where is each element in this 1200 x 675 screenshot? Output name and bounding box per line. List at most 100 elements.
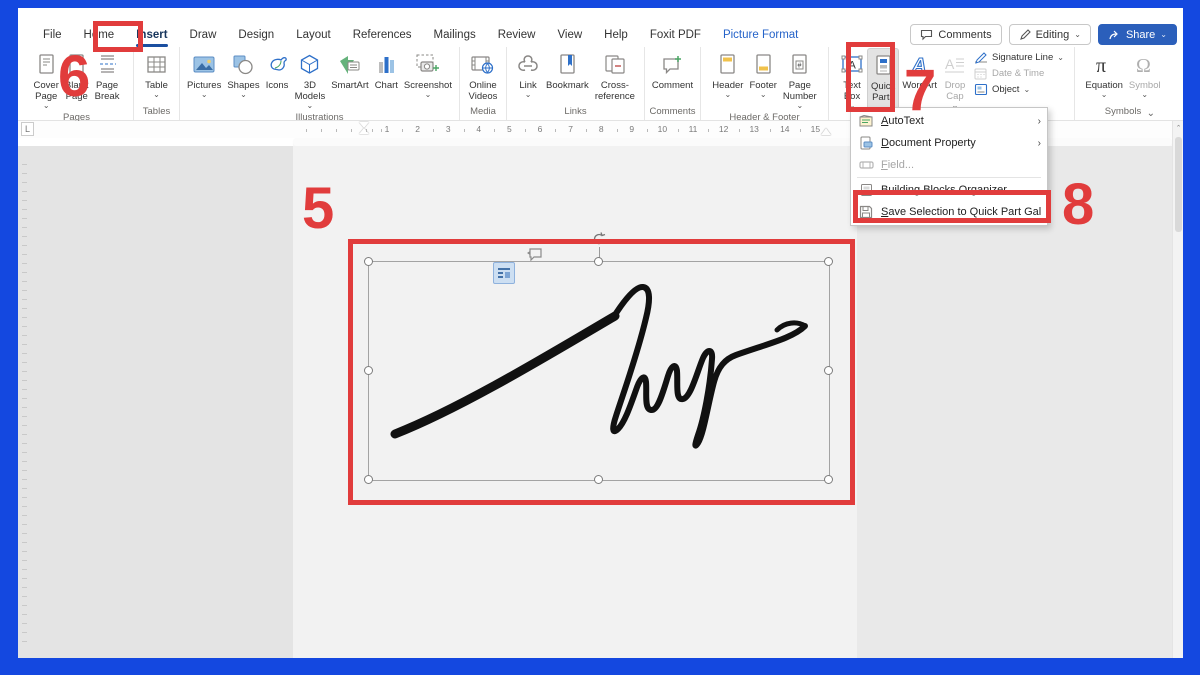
resize-handle[interactable] bbox=[594, 475, 603, 484]
ruler-tick bbox=[381, 129, 382, 132]
rotate-handle-icon[interactable] bbox=[591, 231, 607, 252]
resize-handle[interactable] bbox=[364, 366, 373, 375]
chevron-down-icon: ⌄ bbox=[524, 90, 532, 100]
tab-draw[interactable]: Draw bbox=[179, 25, 228, 45]
menu-item-label: Building Blocks Organizer... bbox=[881, 184, 1016, 196]
symbol-icon: Ω bbox=[1132, 53, 1158, 77]
resize-handle[interactable] bbox=[824, 257, 833, 266]
vertical-scrollbar[interactable]: ⌃ bbox=[1172, 121, 1183, 658]
resize-handle[interactable] bbox=[824, 475, 833, 484]
resize-handle[interactable] bbox=[594, 257, 603, 266]
tab-view[interactable]: View bbox=[546, 25, 593, 45]
chevron-down-icon: ⌄ bbox=[153, 90, 160, 100]
editing-button[interactable]: Editing ⌄ bbox=[1008, 24, 1091, 45]
comment-button[interactable]: Comment bbox=[649, 48, 696, 91]
table-button[interactable]: Table ⌄ bbox=[142, 48, 171, 99]
tab-insert[interactable]: Insert bbox=[125, 25, 178, 47]
ruler-tick bbox=[677, 129, 679, 132]
tab-references[interactable]: References bbox=[342, 25, 423, 45]
chevron-down-icon: ⌄ bbox=[724, 90, 732, 100]
online-videos-button[interactable]: Online Videos bbox=[466, 48, 501, 102]
button-label: Bookmark bbox=[546, 80, 589, 91]
link-button[interactable]: Link ⌄ bbox=[513, 48, 543, 99]
resize-handle[interactable] bbox=[364, 475, 373, 484]
annotation-step-6: 6 bbox=[58, 44, 90, 109]
comments-label: Comments bbox=[938, 28, 992, 41]
annotation-step-8: 8 bbox=[1062, 172, 1094, 237]
comment-icon bbox=[660, 53, 685, 76]
chart-button[interactable]: Chart bbox=[372, 48, 401, 91]
menu-item-document-property[interactable]: Document Property › bbox=[851, 132, 1047, 154]
ruler-tick bbox=[616, 129, 618, 132]
scrollbar-thumb[interactable] bbox=[1175, 137, 1182, 232]
shapes-button[interactable]: Shapes ⌄ bbox=[224, 48, 262, 99]
button-label: Signature Line bbox=[991, 52, 1054, 63]
tab-design[interactable]: Design bbox=[227, 25, 285, 45]
tab-file[interactable]: File bbox=[32, 25, 73, 45]
signature-line-button[interactable]: Signature Line ⌄ bbox=[974, 51, 1064, 64]
annotation-step-5: 5 bbox=[302, 176, 334, 241]
smartart-button[interactable]: SmartArt bbox=[328, 48, 371, 91]
quick-parts-button[interactable]: Quick Parts⌄ bbox=[867, 48, 900, 113]
chevron-down-icon: ⌄ bbox=[240, 90, 247, 100]
header-button[interactable]: Header ⌄ bbox=[709, 48, 746, 99]
ruler-number: 5 bbox=[507, 124, 512, 134]
submenu-arrow-icon: › bbox=[1037, 137, 1041, 149]
menu-item-autotext[interactable]: AutoText › bbox=[851, 110, 1047, 132]
tab-picture-format[interactable]: Picture Format bbox=[712, 25, 809, 45]
header-icon bbox=[716, 53, 739, 76]
tab-home[interactable]: Home bbox=[73, 25, 126, 45]
object-button[interactable]: Object ⌄ bbox=[974, 83, 1064, 96]
right-indent-marker[interactable] bbox=[821, 128, 831, 135]
ruler-tick bbox=[647, 129, 649, 132]
equation-button[interactable]: π Equation ⌄ bbox=[1082, 48, 1126, 99]
resize-handle[interactable] bbox=[824, 366, 833, 375]
menu-item-save-selection-to-quick-part-gallery[interactable]: Save Selection to Quick Part Gallery... bbox=[851, 201, 1047, 223]
pictures-button[interactable]: Pictures ⌄ bbox=[184, 48, 224, 99]
icons-button[interactable]: Icons bbox=[263, 48, 292, 91]
screenshot-icon bbox=[415, 53, 441, 76]
footer-button[interactable]: Footer ⌄ bbox=[746, 48, 779, 99]
tab-mailings[interactable]: Mailings bbox=[423, 25, 487, 45]
tab-review[interactable]: Review bbox=[487, 25, 547, 45]
tab-layout[interactable]: Layout bbox=[285, 25, 342, 45]
tab-stop-selector[interactable]: L bbox=[21, 122, 34, 136]
tab-help[interactable]: Help bbox=[593, 25, 639, 45]
comments-button[interactable]: Comments bbox=[910, 24, 1002, 45]
ruler-number: 12 bbox=[718, 124, 729, 134]
scroll-up-arrow-icon[interactable]: ⌃ bbox=[1174, 124, 1183, 132]
vertical-ruler bbox=[22, 164, 27, 644]
object-anchor-icon bbox=[526, 247, 543, 266]
ribbon-stack: Signature Line ⌄ Date & Time Object ⌄ bbox=[970, 48, 1066, 96]
page-number-button[interactable]: # Page Number ⌄ bbox=[780, 48, 820, 110]
ruler-tick bbox=[306, 129, 307, 132]
annotation-step-7: 7 bbox=[904, 58, 936, 123]
share-button[interactable]: Share ⌄ bbox=[1097, 24, 1177, 45]
resize-handle[interactable] bbox=[364, 257, 373, 266]
group-label: Media bbox=[470, 106, 496, 117]
field-icon bbox=[858, 159, 874, 171]
menu-item-label: Save Selection to Quick Part Gallery... bbox=[881, 206, 1041, 218]
chevron-down-icon: ⌄ bbox=[1160, 29, 1167, 39]
ruler-tick bbox=[738, 129, 740, 132]
ribbon-group-symbols: π Equation ⌄ Ω Symbol ⌄ Symbols bbox=[1075, 47, 1171, 120]
bookmark-button[interactable]: Bookmark bbox=[543, 48, 592, 91]
3d-models-button[interactable]: 3D Models ⌄ bbox=[292, 48, 329, 110]
svg-text:π: π bbox=[1096, 55, 1106, 77]
menu-item-building-blocks-organizer[interactable]: Building Blocks Organizer... bbox=[851, 179, 1047, 201]
screenshot-button[interactable]: Screenshot ⌄ bbox=[401, 48, 455, 99]
ribbon-collapse-chevron-icon[interactable]: ⌄ bbox=[1147, 108, 1155, 119]
button-label: Text Box bbox=[843, 80, 861, 103]
cover-page-icon bbox=[35, 53, 58, 76]
indent-markers[interactable] bbox=[359, 122, 369, 137]
chevron-down-icon: ⌄ bbox=[1100, 90, 1108, 100]
signature-image[interactable] bbox=[369, 262, 831, 482]
tab-foxit-pdf[interactable]: Foxit PDF bbox=[639, 25, 712, 45]
layout-options-button[interactable] bbox=[493, 262, 515, 284]
page-break-button[interactable]: Page Break bbox=[92, 48, 123, 102]
chevron-down-icon: ⌄ bbox=[306, 101, 314, 111]
text-box-button[interactable]: A Text Box ⌄ bbox=[837, 48, 867, 110]
button-label: Date & Time bbox=[991, 68, 1045, 79]
signature-image-selection[interactable] bbox=[364, 232, 833, 484]
cross-reference-button[interactable]: Cross- reference bbox=[592, 48, 638, 102]
